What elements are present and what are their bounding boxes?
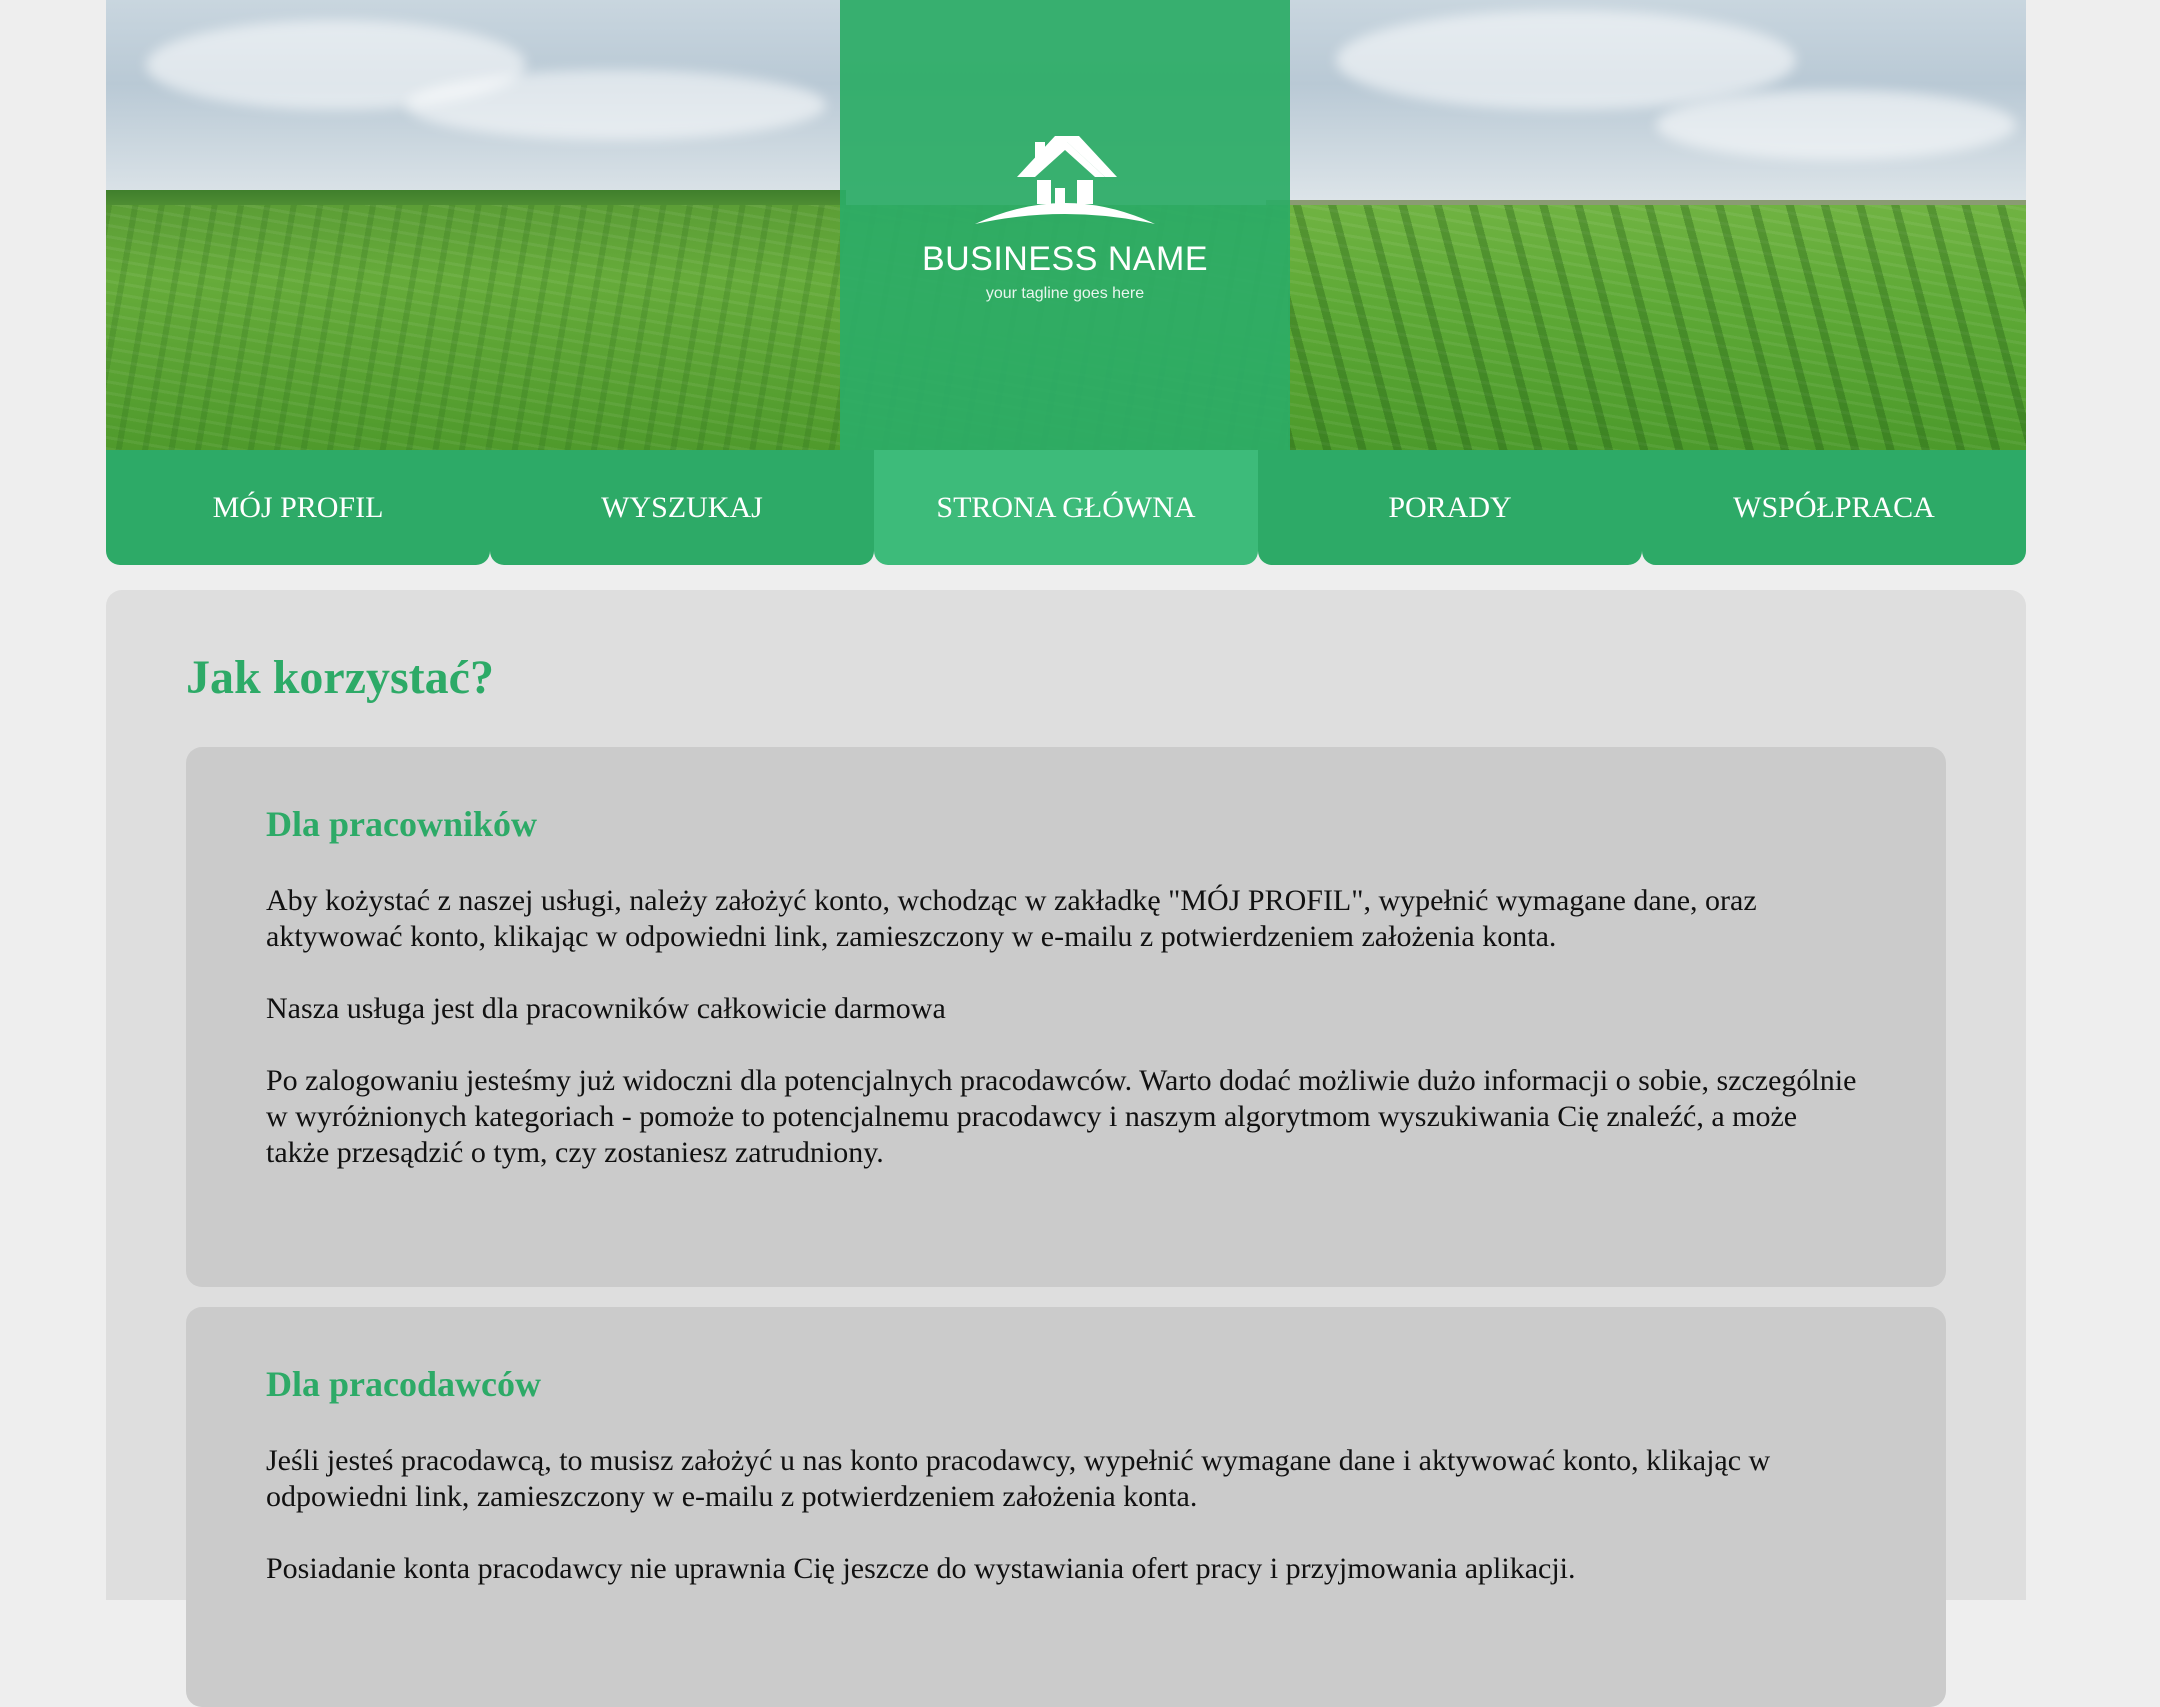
logo-tagline: your tagline goes here — [985, 284, 1145, 302]
house-icon — [975, 135, 1155, 224]
section-employers: Dla pracodawców Jeśli jesteś pracodawcą,… — [186, 1307, 1946, 1707]
main-nav: MÓJ PROFIL WYSZUKAJ STRONA GŁÓWNA PORADY… — [106, 450, 2026, 565]
main-content: Jak korzystać? Dla pracowników Aby kożys… — [106, 590, 2026, 1707]
section-paragraph: Nasza usługa jest dla pracowników całkow… — [266, 992, 946, 1025]
logo-business-name: BUSINESS NAME — [921, 239, 1209, 278]
section-workers: Dla pracowników Aby kożystać z naszej us… — [186, 747, 1946, 1287]
section-paragraph: Jeśli jesteś pracodawcą, to musisz założ… — [266, 1444, 1771, 1513]
section-paragraph: Aby kożystać z naszej usługi, należy zał… — [266, 884, 1757, 953]
section-heading: Dla pracodawców — [266, 1364, 541, 1404]
page-title: Jak korzystać? — [186, 651, 494, 704]
nav-item-wyszukaj[interactable]: WYSZUKAJ — [490, 450, 874, 565]
section-paragraph: Posiadanie konta pracodawcy nie uprawnia… — [266, 1552, 1576, 1585]
nav-item-strona-glowna[interactable]: STRONA GŁÓWNA — [874, 450, 1258, 565]
banner-field-right — [1288, 205, 2026, 450]
page-wrapper: BUSINESS NAME your tagline goes here MÓJ… — [106, 0, 2026, 1707]
nav-item-moj-profil[interactable]: MÓJ PROFIL — [106, 450, 490, 565]
nav-item-wspolpraca[interactable]: WSPÓŁPRACA — [1642, 450, 2026, 565]
section-paragraph: Po zalogowaniu jesteśmy już widoczni dla… — [266, 1064, 1857, 1169]
nav-item-porady[interactable]: PORADY — [1258, 450, 1642, 565]
section-heading: Dla pracowników — [266, 804, 538, 844]
header-banner: BUSINESS NAME your tagline goes here — [106, 0, 2026, 450]
logo[interactable]: BUSINESS NAME your tagline goes here — [840, 0, 1290, 450]
